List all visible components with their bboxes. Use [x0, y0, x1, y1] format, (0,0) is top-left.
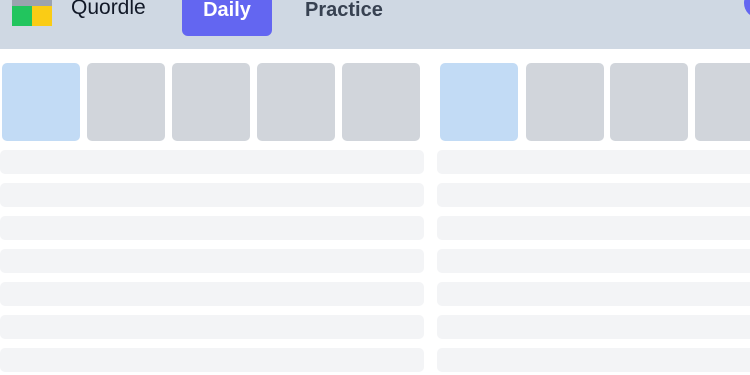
empty-guess-row	[0, 183, 424, 207]
empty-guess-row	[0, 348, 424, 372]
tab-daily[interactable]: Daily	[182, 0, 272, 36]
letter-tile	[610, 63, 688, 141]
letter-tile-active[interactable]	[440, 63, 518, 141]
letter-tile	[342, 63, 420, 141]
letter-tile	[257, 63, 335, 141]
empty-guess-row	[0, 216, 424, 240]
logo-square-bottom-left	[12, 6, 32, 26]
empty-guess-row	[437, 249, 750, 273]
letter-tile	[172, 63, 250, 141]
quordle-logo-icon[interactable]	[12, 0, 52, 26]
letter-tile-active[interactable]	[2, 63, 80, 141]
top-bar: Quordle Daily Practice	[0, 0, 750, 49]
user-menu-button[interactable]	[744, 0, 750, 18]
empty-guess-row	[437, 150, 750, 174]
empty-guess-row	[437, 216, 750, 240]
empty-guess-row	[0, 315, 424, 339]
empty-guess-row	[437, 348, 750, 372]
empty-guess-row	[0, 282, 424, 306]
empty-guess-row	[0, 150, 424, 174]
empty-guess-row	[437, 282, 750, 306]
empty-guess-row	[437, 315, 750, 339]
letter-tile	[695, 63, 750, 141]
letter-tile	[87, 63, 165, 141]
empty-guess-row	[437, 183, 750, 207]
app-title: Quordle	[71, 0, 146, 19]
empty-guess-row	[0, 249, 424, 273]
logo-square-bottom-right	[32, 6, 52, 26]
tab-practice[interactable]: Practice	[305, 0, 383, 24]
letter-tile	[526, 63, 604, 141]
